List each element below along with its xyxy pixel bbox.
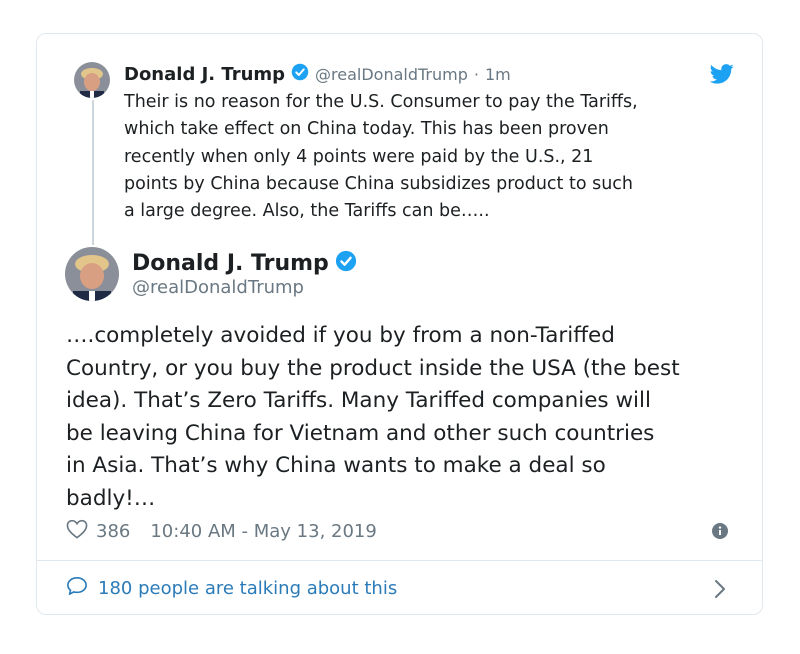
quoted-tweet-time[interactable]: 1m (485, 65, 511, 84)
twitter-bird-icon[interactable] (709, 64, 734, 88)
quoted-tweet-text: Their is no reason for the U.S. Consumer… (124, 92, 638, 222)
like-group[interactable]: 386 (66, 519, 130, 543)
separator-dot: · (473, 64, 479, 84)
author-handle[interactable]: @realDonaldTrump (132, 277, 304, 298)
quoted-author-name[interactable]: Donald J. Trump (124, 64, 285, 85)
footer-divider (36, 560, 763, 561)
quoted-author-handle[interactable]: @realDonaldTrump (315, 65, 468, 84)
thread-connector-line (92, 100, 94, 245)
tweet-meta: 386 10:40 AM - May 13, 2019 (66, 518, 377, 544)
quoted-tweet-header: Donald J. Trump @realDonaldTrump · 1m (124, 62, 511, 86)
author-name[interactable]: Donald J. Trump (132, 251, 329, 276)
heart-icon[interactable] (66, 519, 88, 543)
tweet-timestamp[interactable]: 10:40 AM - May 13, 2019 (150, 521, 376, 542)
chevron-right-icon[interactable] (714, 579, 726, 603)
like-count: 386 (96, 520, 131, 542)
author-name-row: Donald J. Trump (132, 250, 357, 276)
info-icon[interactable] (712, 523, 728, 543)
comment-bubble-icon (66, 576, 88, 600)
quoted-author-avatar[interactable] (74, 62, 110, 98)
conversation-count-text[interactable]: 180 people are talking about this (98, 578, 397, 599)
verified-badge-icon (335, 250, 357, 276)
author-avatar[interactable] (65, 247, 119, 301)
tweet-text: ….completely avoided if you by from a no… (66, 323, 680, 511)
verified-badge-icon (291, 63, 309, 85)
conversation-link[interactable]: 180 people are talking about this (66, 575, 397, 601)
